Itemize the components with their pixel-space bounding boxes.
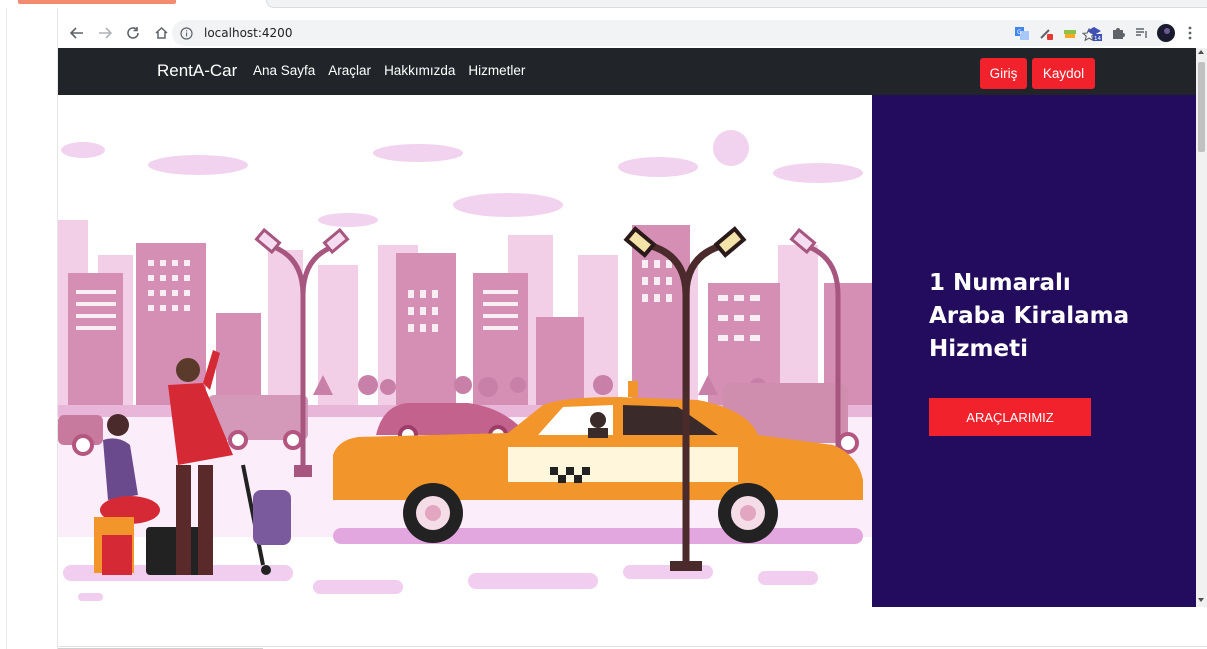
page-scrollbar[interactable] [1196,48,1207,607]
profile-avatar[interactable] [1157,24,1175,42]
hero-title-line-3: Hizmeti [929,336,1028,362]
site-navbar: RentA-Car Ana Sayfa Araçlar Hakkımızda H… [58,48,1196,95]
nav-link-araclar[interactable]: Araçlar [328,63,371,78]
tab-strip [0,0,1207,8]
hero-panel: 1 Numaralı Araba Kiralama Hizmeti ARAÇLA… [872,95,1196,607]
tab-bar-edge [266,0,1207,8]
reading-list-icon[interactable] [1133,24,1151,42]
forward-icon[interactable] [94,22,116,44]
hero-title-line-2: Araba Kiralama [929,303,1130,329]
bottom-divider [58,646,1207,647]
translate-icon[interactable]: G [1013,24,1031,42]
hero-illustration [58,95,872,607]
nav-menu: Ana Sayfa Araçlar Hakkımızda Hizmetler [253,63,538,78]
extensions-area: G 14 [1013,18,1207,48]
scroll-down-icon[interactable] [1198,598,1204,602]
back-icon[interactable] [66,22,88,44]
browser-window: localhost:4200 G 14 RentA-Car Ana Sayfa … [0,0,1207,649]
login-button[interactable]: Giriş [980,58,1027,89]
our-cars-button[interactable]: ARAÇLARIMIZ [929,398,1091,436]
scroll-up-icon[interactable] [1198,50,1204,54]
browser-toolbar: localhost:4200 G 14 [58,18,1207,48]
eyedropper-icon[interactable] [1037,24,1055,42]
url-text[interactable]: localhost:4200 [204,26,292,40]
menu-icon[interactable] [1181,24,1199,42]
nav-link-hizmetler[interactable]: Hizmetler [468,63,525,78]
nav-link-ana-sayfa[interactable]: Ana Sayfa [253,63,315,78]
nav-link-hakkimizda[interactable]: Hakkımızda [384,63,455,78]
extension-badge: 14 [1094,36,1101,42]
active-tab-indicator[interactable] [18,0,176,4]
register-button[interactable]: Kaydol [1032,58,1095,89]
scroll-thumb[interactable] [1198,62,1205,152]
home-icon[interactable] [150,22,172,44]
svg-text:G: G [1017,29,1022,36]
cash-icon[interactable] [1061,24,1079,42]
info-icon[interactable] [178,25,194,41]
puzzle-icon[interactable] [1109,24,1127,42]
brand-logo[interactable]: RentA-Car [157,61,237,81]
city-taxi-illustration [58,130,872,601]
reload-icon[interactable] [122,22,144,44]
left-side-panel [0,0,58,649]
hero-title-line-1: 1 Numaralı [929,270,1071,296]
hero-title: 1 Numaralı Araba Kiralama Hizmeti [929,267,1179,366]
extension-icon[interactable]: 14 [1085,24,1103,42]
